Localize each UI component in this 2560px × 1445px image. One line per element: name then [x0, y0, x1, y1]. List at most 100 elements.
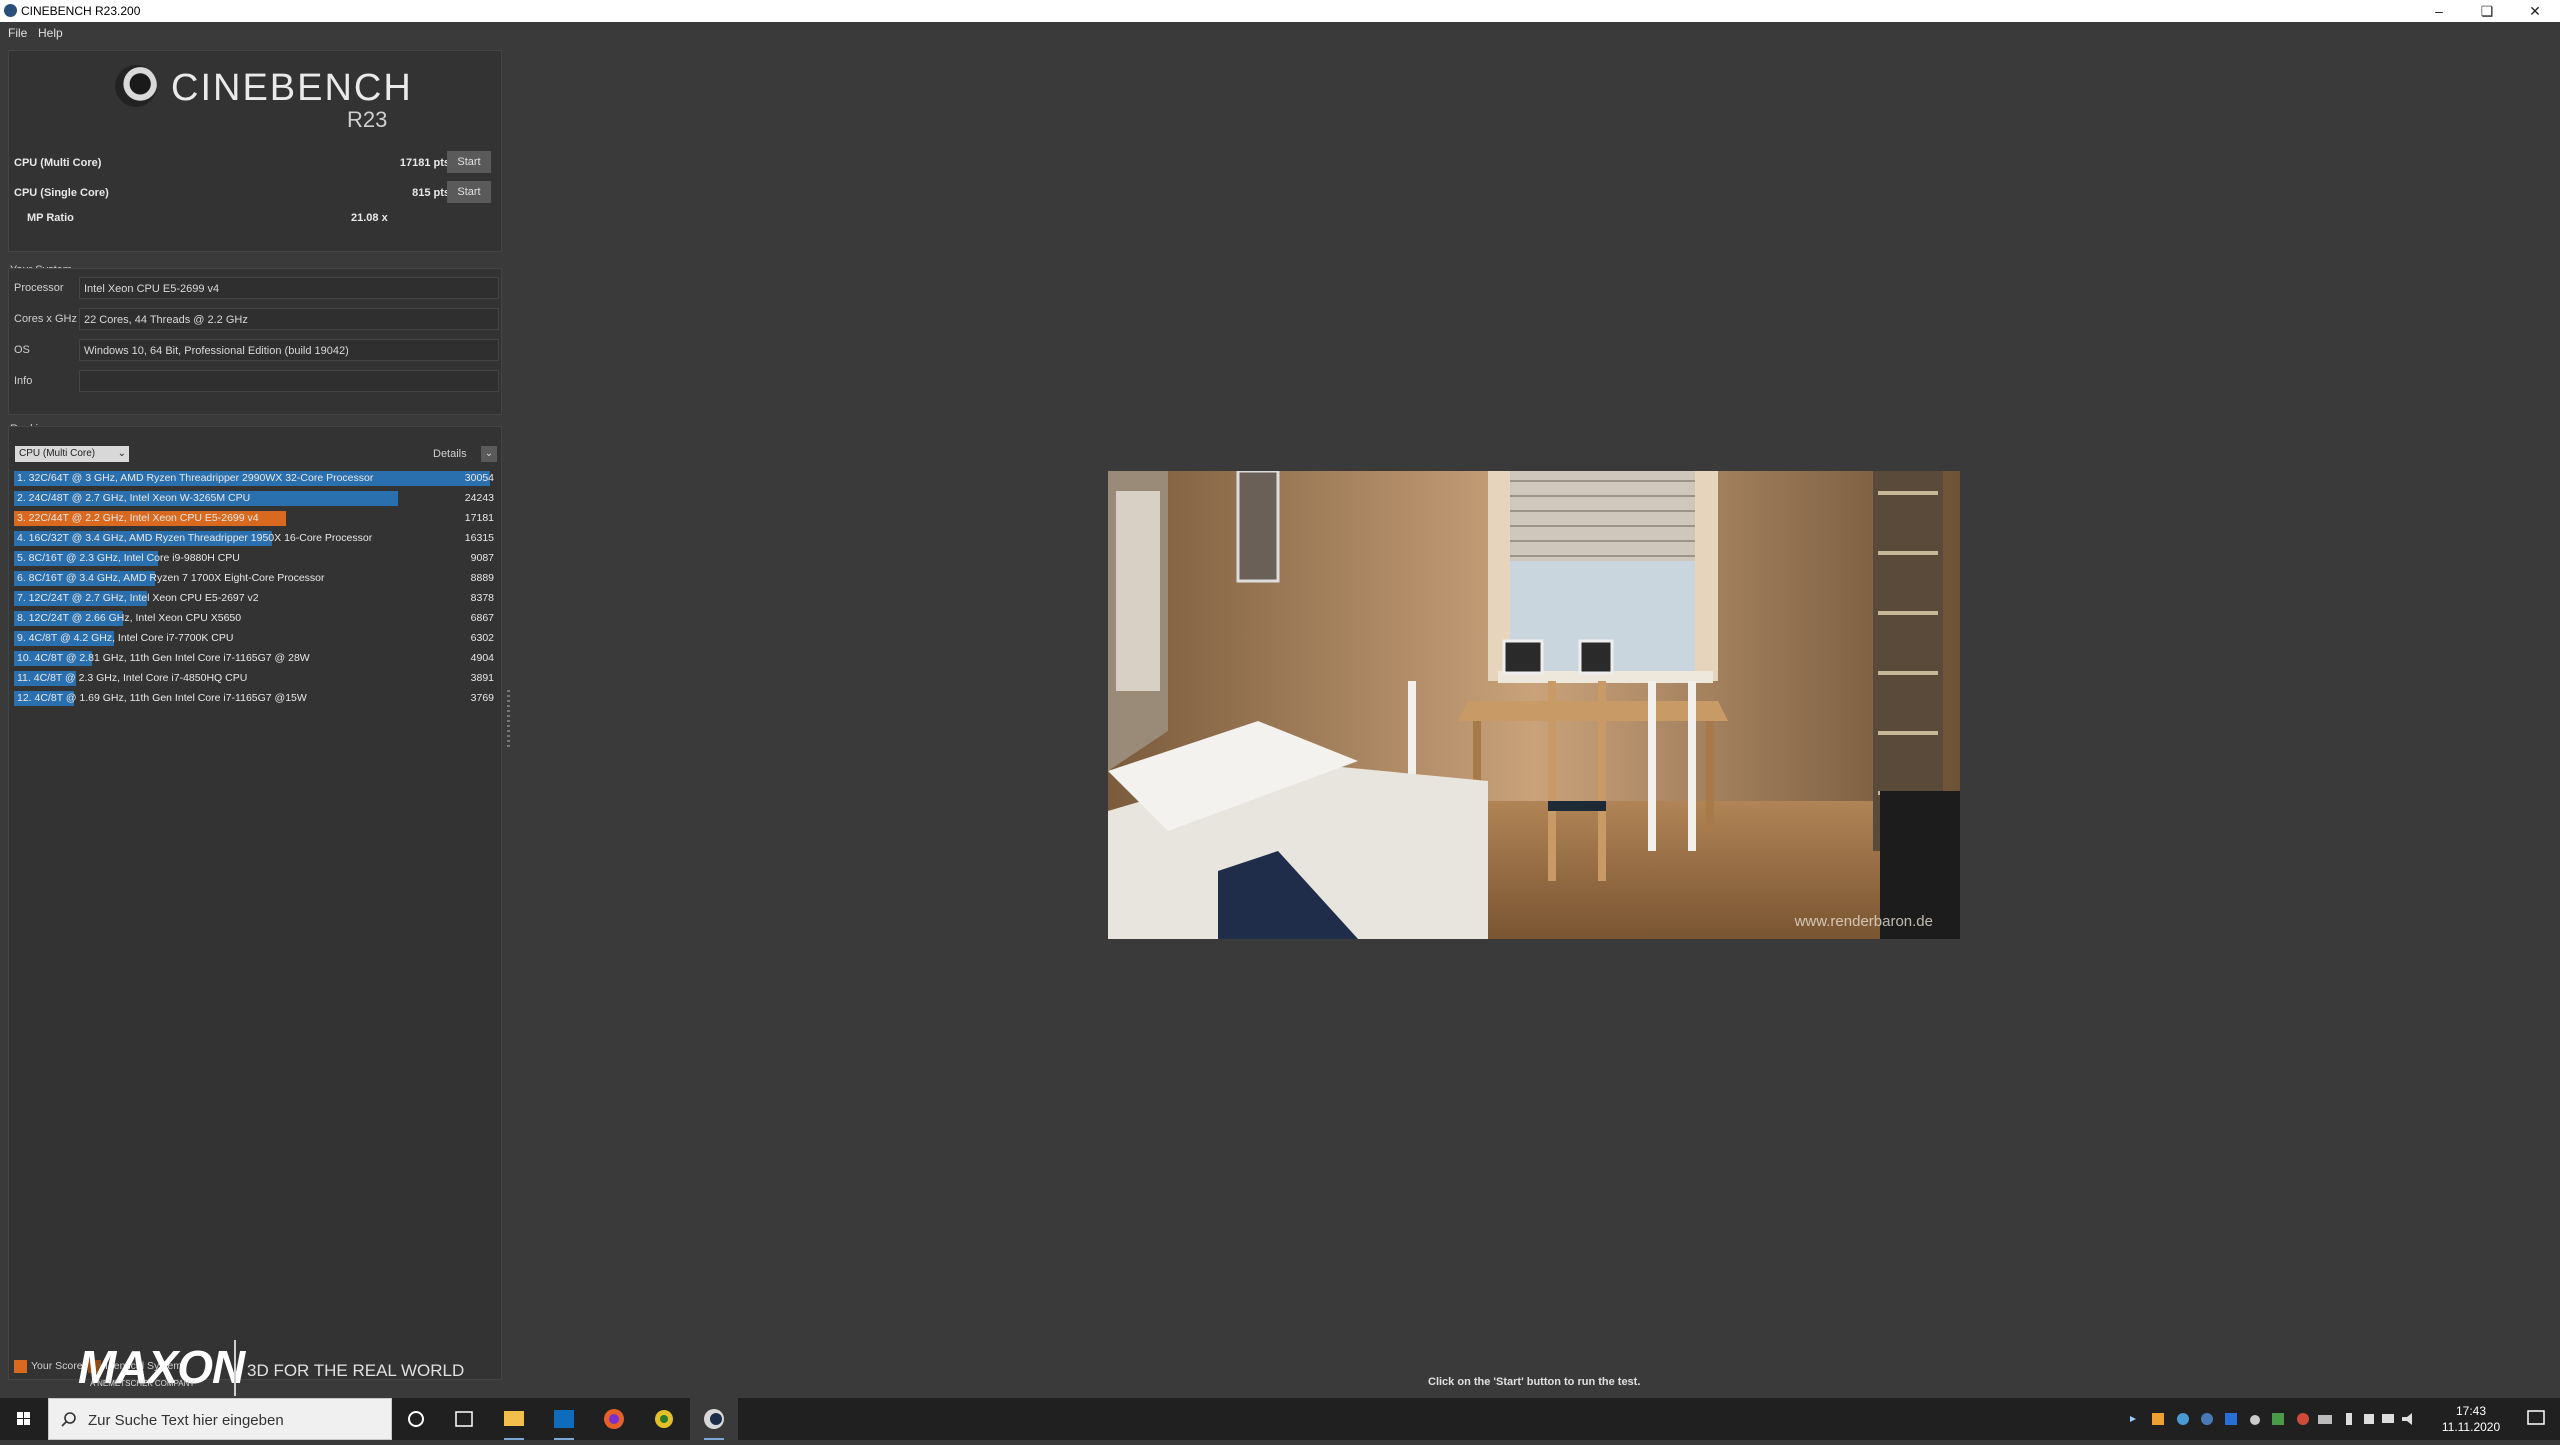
- your-system-panel: Processor Intel Xeon CPU E5-2699 v4 Core…: [8, 268, 502, 415]
- ranking-row[interactable]: 1. 32C/64T @ 3 GHz, AMD Ryzen Threadripp…: [14, 470, 498, 486]
- multi-core-label: CPU (Multi Core): [14, 157, 102, 169]
- ranking-row-label: 5. 8C/16T @ 2.3 GHz, Intel Core i9-9880H…: [17, 552, 240, 564]
- windows-logo-icon: [17, 1412, 30, 1425]
- cinebench-app-icon: [4, 4, 17, 17]
- ranking-row-label: 2. 24C/48T @ 2.7 GHz, Intel Xeon W-3265M…: [17, 492, 251, 504]
- multi-core-score: 17181 pts: [399, 157, 450, 169]
- ranking-row-label: 12. 4C/8T @ 1.69 GHz, 11th Gen Intel Cor…: [17, 692, 307, 704]
- logo-and-scores-panel: CINEBENCH R23 CPU (Multi Core) 17181 pts…: [8, 50, 502, 252]
- ranking-row[interactable]: 6. 8C/16T @ 3.4 GHz, AMD Ryzen 7 1700X E…: [14, 570, 498, 586]
- search-icon: [61, 1412, 76, 1427]
- ranking-row-score: 3769: [470, 692, 494, 704]
- window-title: CINEBENCH R23.200: [21, 4, 141, 18]
- ranking-row[interactable]: 5. 8C/16T @ 2.3 GHz, Intel Core i9-9880H…: [14, 550, 498, 566]
- ranking-row-score: 6867: [470, 612, 494, 624]
- cortana-icon[interactable]: [392, 1398, 440, 1440]
- ranking-row-label: 11. 4C/8T @ 2.3 GHz, Intel Core i7-4850H…: [17, 672, 248, 684]
- chevron-down-icon: ⌄: [117, 448, 126, 459]
- cinebench-logo-icon: [115, 65, 157, 107]
- single-core-score: 815 pts: [412, 187, 450, 199]
- notification-icon[interactable]: [2512, 1398, 2560, 1440]
- menu-help[interactable]: Help: [38, 26, 63, 40]
- ranking-mode-select[interactable]: CPU (Multi Core) ⌄: [15, 446, 129, 462]
- taskbar-search-box[interactable]: Zur Suche Text hier eingeben: [48, 1398, 392, 1440]
- render-preview-image: www.renderbaron.de: [1108, 471, 1960, 939]
- footer-divider: [234, 1340, 236, 1396]
- ranking-row-label: 8. 12C/24T @ 2.66 GHz, Intel Xeon CPU X5…: [17, 612, 242, 624]
- ranking-row-score: 6302: [470, 632, 494, 644]
- windows-start-button[interactable]: [0, 1398, 48, 1440]
- ranking-row-label: 6. 8C/16T @ 3.4 GHz, AMD Ryzen 7 1700X E…: [17, 572, 325, 584]
- menu-file[interactable]: File: [8, 26, 27, 40]
- ranking-row[interactable]: 7. 12C/24T @ 2.7 GHz, Intel Xeon CPU E5-…: [14, 590, 498, 606]
- multi-core-start-button[interactable]: Start: [447, 151, 491, 173]
- single-core-label: CPU (Single Core): [14, 187, 109, 199]
- ranking-row-score: 24243: [464, 492, 494, 504]
- ranking-row[interactable]: 9. 4C/8T @ 4.2 GHz, Intel Core i7-7700K …: [14, 630, 498, 646]
- status-message: Click on the 'Start' button to run the t…: [1428, 1376, 1641, 1388]
- app-icon-yellow[interactable]: [640, 1398, 688, 1440]
- ranking-row-score: 30054: [464, 472, 494, 484]
- ranking-row-label: 1. 32C/64T @ 3 GHz, AMD Ryzen Threadripp…: [17, 472, 374, 484]
- ranking-row[interactable]: 2. 24C/48T @ 2.7 GHz, Intel Xeon W-3265M…: [14, 490, 498, 506]
- ranking-row-label: 4. 16C/32T @ 3.4 GHz, AMD Ryzen Threadri…: [17, 532, 373, 544]
- ranking-row-score: 3891: [470, 672, 494, 684]
- render-watermark: www.renderbaron.de: [1794, 913, 1933, 930]
- ranking-row[interactable]: 11. 4C/8T @ 2.3 GHz, Intel Core i7-4850H…: [14, 670, 498, 686]
- taskbar-clock[interactable]: 17:43 11.11.2020: [2436, 1403, 2506, 1435]
- processor-field[interactable]: Intel Xeon CPU E5-2699 v4: [79, 277, 499, 299]
- room-render-illustration: www.renderbaron.de: [1108, 471, 1960, 939]
- task-view-icon[interactable]: [440, 1398, 488, 1440]
- os-field[interactable]: Windows 10, 64 Bit, Professional Edition…: [79, 339, 499, 361]
- footer-tagline: 3D FOR THE REAL WORLD: [247, 1361, 465, 1380]
- ranking-row-score: 8378: [470, 592, 494, 604]
- ranking-row-label: 9. 4C/8T @ 4.2 GHz, Intel Core i7-7700K …: [17, 632, 234, 644]
- ranking-row-label: 7. 12C/24T @ 2.7 GHz, Intel Xeon CPU E5-…: [17, 592, 259, 604]
- clock-date: 11.11.2020: [2441, 1420, 2501, 1434]
- file-explorer-icon[interactable]: [490, 1398, 538, 1440]
- ranking-row[interactable]: 12. 4C/8T @ 1.69 GHz, 11th Gen Intel Cor…: [14, 690, 498, 706]
- processor-label: Processor: [14, 282, 64, 294]
- left-panel: CINEBENCH R23 CPU (Multi Core) 17181 pts…: [8, 50, 502, 1380]
- outlook-icon[interactable]: [540, 1398, 588, 1440]
- your-score-swatch: [14, 1360, 27, 1373]
- ranking-row-score: 4904: [470, 652, 494, 664]
- close-button[interactable]: ✕: [2512, 0, 2558, 22]
- cores-field[interactable]: 22 Cores, 44 Threads @ 2.2 GHz: [79, 308, 499, 330]
- taskbar: Zur Suche Text hier eingeben 17:43 11.11…: [0, 1398, 2560, 1440]
- menu-bar: File Help: [0, 22, 2560, 44]
- info-label: Info: [14, 375, 33, 387]
- minimize-button[interactable]: –: [2416, 0, 2462, 22]
- title-bar: CINEBENCH R23.200 – ❏ ✕: [0, 0, 2560, 22]
- ranking-row-score: 9087: [470, 552, 494, 564]
- restore-button[interactable]: ❏: [2464, 0, 2510, 22]
- ranking-row-label: 3. 22C/44T @ 2.2 GHz, Intel Xeon CPU E5-…: [17, 512, 259, 524]
- mp-ratio-label: MP Ratio: [27, 212, 74, 224]
- system-tray: [2120, 1398, 2420, 1440]
- search-placeholder: Zur Suche Text hier eingeben: [88, 1412, 284, 1429]
- details-label: Details: [433, 448, 467, 460]
- ranking-row[interactable]: 10. 4C/8T @ 2.81 GHz, 11th Gen Intel Cor…: [14, 650, 498, 666]
- logo-version: R23: [347, 107, 388, 132]
- ranking-row-score: 16315: [464, 532, 494, 544]
- single-core-start-button[interactable]: Start: [447, 181, 491, 203]
- your-score-legend: Your Score: [31, 1360, 83, 1372]
- maxon-subtitle: A NEMETSCHEK COMPANY: [90, 1379, 195, 1388]
- ranking-row-score: 17181: [464, 512, 494, 524]
- cores-label: Cores x GHz: [14, 313, 77, 325]
- firefox-icon[interactable]: [590, 1398, 638, 1440]
- logo-name: CINEBENCH: [171, 67, 413, 109]
- ranking-row[interactable]: 8. 12C/24T @ 2.66 GHz, Intel Xeon CPU X5…: [14, 610, 498, 626]
- ranking-row-score: 8889: [470, 572, 494, 584]
- ranking-row-label: 10. 4C/8T @ 2.81 GHz, 11th Gen Intel Cor…: [17, 652, 310, 664]
- mp-ratio-value: 21.08 x: [351, 212, 388, 224]
- cinebench-taskbar-icon[interactable]: [690, 1398, 738, 1440]
- ranking-mode-value: CPU (Multi Core): [19, 448, 96, 459]
- os-label: OS: [14, 344, 30, 356]
- ranking-row[interactable]: 3. 22C/44T @ 2.2 GHz, Intel Xeon CPU E5-…: [14, 510, 498, 526]
- clock-time: 17:43: [2455, 1404, 2487, 1418]
- details-toggle-button[interactable]: ⌄: [481, 446, 497, 462]
- panel-resize-handle[interactable]: [507, 690, 510, 750]
- info-field[interactable]: [79, 370, 499, 392]
- ranking-row[interactable]: 4. 16C/32T @ 3.4 GHz, AMD Ryzen Threadri…: [14, 530, 498, 546]
